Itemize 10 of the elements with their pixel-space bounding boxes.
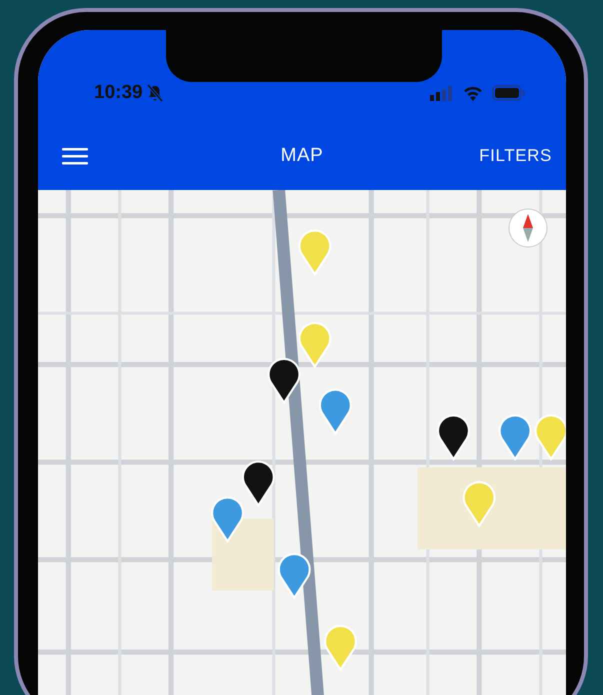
filters-button[interactable]: FILTERS bbox=[479, 143, 552, 169]
menu-icon bbox=[62, 147, 88, 165]
compass-icon[interactable] bbox=[508, 208, 548, 248]
signal-icon bbox=[430, 85, 454, 101]
wifi-icon bbox=[462, 85, 484, 101]
status-time: 10:39 bbox=[94, 80, 143, 105]
menu-button[interactable] bbox=[62, 147, 88, 165]
battery-icon bbox=[492, 85, 526, 101]
bell-muted-icon bbox=[146, 84, 163, 102]
header-title: MAP bbox=[280, 144, 324, 168]
